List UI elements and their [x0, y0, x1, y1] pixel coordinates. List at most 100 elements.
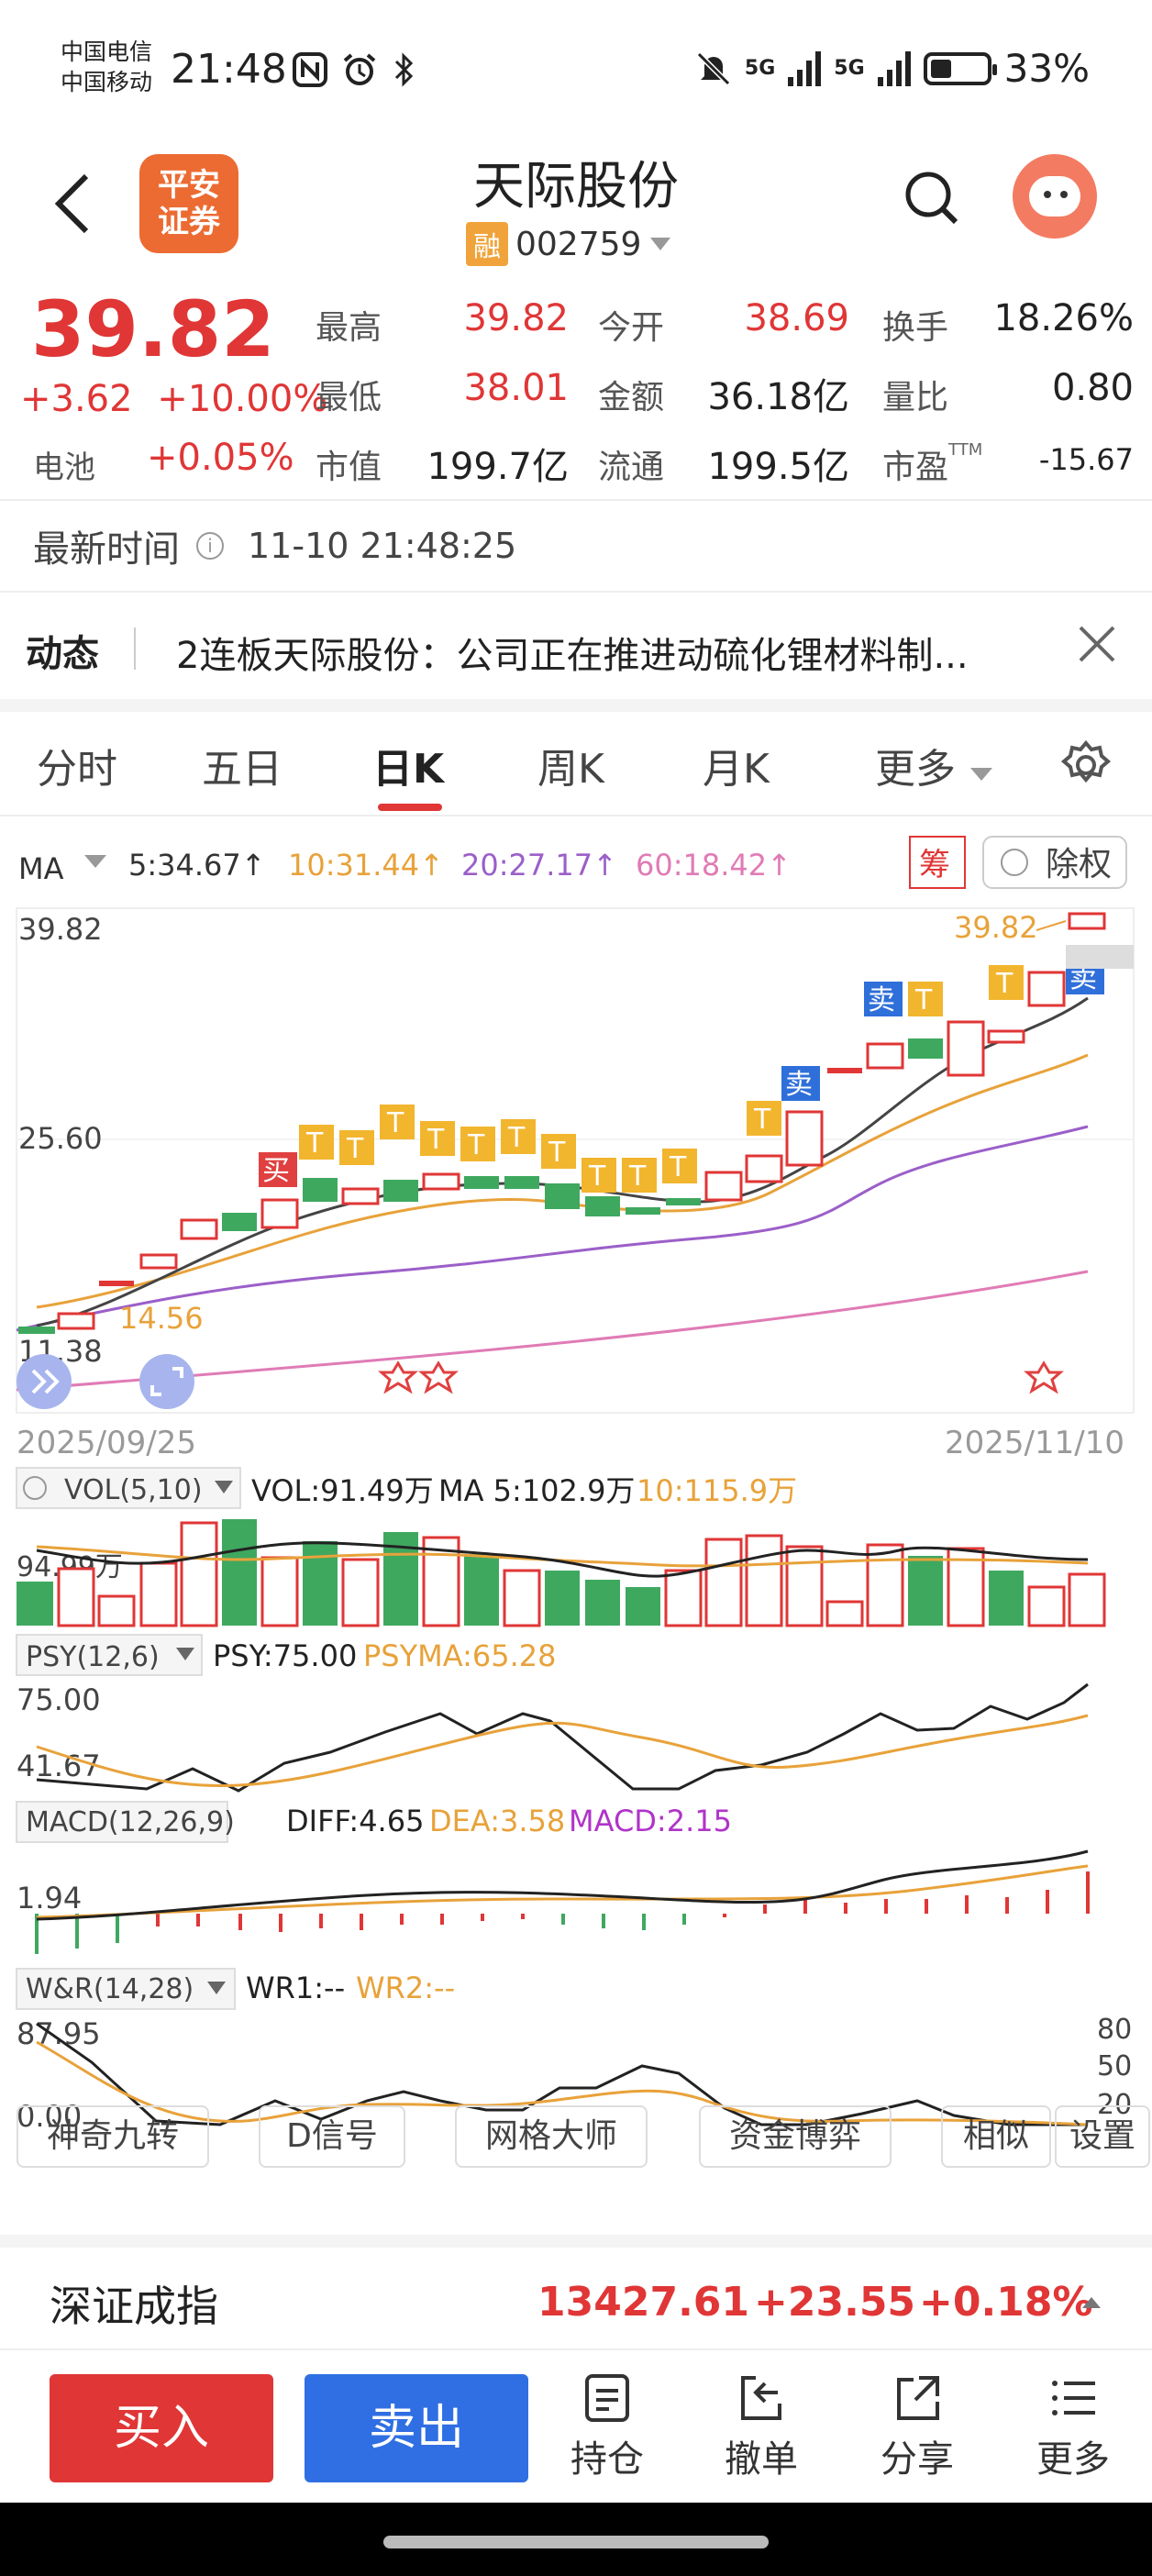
vol-label: VOL(5,10) [64, 1474, 203, 1506]
t-label: T [467, 1129, 485, 1161]
tab-more[interactable]: 更多 [875, 736, 994, 794]
signal-icon-1 [788, 50, 822, 86]
tab-weekly-k[interactable]: 周K [537, 736, 604, 794]
carrier-1: 中国电信 [61, 39, 153, 65]
divider [0, 591, 1152, 593]
status-icons [292, 51, 418, 88]
ma-legend-label[interactable]: MA [18, 851, 64, 886]
psy-line [36, 1682, 1089, 1793]
candle-down [222, 1213, 257, 1231]
pe-value: -15.67 [1038, 442, 1134, 477]
close-icon[interactable] [1071, 618, 1123, 670]
ma60-value: 60:18.42↑ [636, 848, 792, 883]
tab-daily-k[interactable]: 日K [372, 736, 444, 794]
bluetooth-icon [394, 52, 414, 87]
high-label: 最高 [316, 309, 382, 347]
volume-bars [17, 1519, 1106, 1627]
home-indicator[interactable] [383, 2536, 769, 2548]
volratio-label: 量比 [882, 379, 949, 416]
stock-code-selector[interactable]: 融 002759 [466, 222, 672, 266]
candle-up [260, 1198, 299, 1229]
index-change: +23.55 [754, 2279, 916, 2326]
tool-magic-nine[interactable]: 神奇九转 [17, 2105, 209, 2168]
positions-label: 持仓 [570, 2438, 644, 2481]
battery-percent: 33% [1003, 46, 1090, 91]
tool-similar[interactable]: 相似 [941, 2105, 1051, 2168]
candle-up [422, 1172, 460, 1191]
macd-histogram [35, 1871, 1090, 1954]
candle-down [383, 1180, 418, 1202]
amount-value: 36.18亿 [707, 376, 849, 418]
float-value: 199.5亿 [707, 446, 849, 488]
vol-ma5: MA 5:102.9万 [438, 1473, 635, 1508]
tool-d-signal[interactable]: D信号 [259, 2105, 405, 2168]
wr2-value: WR2:-- [356, 1971, 455, 2005]
candle-down [18, 1327, 55, 1334]
y-axis-mid: 25.60 [18, 1121, 103, 1156]
margin-badge: 融 [466, 222, 508, 266]
candle-up [947, 1020, 985, 1077]
info-icon[interactable]: i [196, 532, 224, 560]
turnover-label: 换手 [882, 309, 949, 347]
caret-down-icon [84, 855, 106, 868]
ma20-value: 20:27.17↑ [461, 848, 617, 883]
tab-five-day[interactable]: 五日 [202, 736, 282, 794]
cancel-order-button[interactable]: 撤单 [706, 2372, 816, 2482]
stock-name: 天际股份 [473, 157, 679, 217]
net-1: 5G [744, 57, 776, 80]
macd-label: MACD(12,26,9) [26, 1806, 235, 1838]
price-change: +3.62 +10.00% [20, 378, 327, 420]
tab-intraday[interactable]: 分时 [37, 736, 117, 794]
tool-settings[interactable]: 设置 [1055, 2105, 1150, 2168]
search-icon[interactable] [903, 169, 961, 228]
cancel-order-label: 撤单 [725, 2438, 798, 2481]
candle-down [504, 1176, 539, 1189]
event-markers [378, 1360, 1064, 1394]
index-ticker[interactable]: 深证成指 13427.61 +23.55 +0.18% [0, 2259, 1152, 2347]
positions-button[interactable]: 持仓 [552, 2372, 662, 2482]
tool-fund-game[interactable]: 资金博弈 [699, 2105, 892, 2168]
section-gap [0, 2235, 1152, 2248]
psyma-value: PSYMA:65.28 [363, 1638, 556, 1673]
share-label: 分享 [881, 2438, 954, 2481]
settings-icon[interactable] [1060, 739, 1112, 791]
positions-icon [585, 2374, 629, 2422]
candle-down [303, 1178, 338, 1202]
wr-right-80: 80 [1097, 2014, 1132, 2046]
sector-label: 电池 [33, 450, 95, 486]
candles [18, 912, 1106, 1334]
ma10-line [36, 1053, 1089, 1309]
y-axis-high: 39.82 [18, 912, 103, 947]
app-header: 平安 证券 天际股份 融 002759 [0, 138, 1152, 275]
wr-y1: 87.95 [17, 2016, 101, 2051]
share-button[interactable]: 分享 [862, 2372, 972, 2482]
more-button[interactable]: 更多 [1018, 2372, 1128, 2482]
news-ticker[interactable]: 动态 2连板天际股份：公司正在推进动硫化锂材料制... [0, 605, 1152, 694]
pe-label-text: 市盈 [882, 449, 949, 486]
news-headline[interactable]: 2连板天际股份：公司正在推进动硫化锂材料制... [176, 626, 969, 679]
max-price-label: 39.82 [954, 910, 1038, 945]
adjust-button-label: 除权 [1046, 846, 1112, 883]
candle-up [827, 1068, 862, 1073]
candle-up [1068, 912, 1106, 930]
sell-button[interactable]: 卖出 [305, 2374, 528, 2482]
vol-ma10: 10:115.9万 [637, 1473, 797, 1508]
ma10-value: 10:31.44↑ [288, 848, 444, 883]
assistant-avatar[interactable] [1013, 154, 1097, 239]
mute-icon [696, 51, 731, 85]
index-change-pct: +0.18% [919, 2279, 1093, 2326]
buy-button[interactable]: 买入 [50, 2374, 273, 2482]
t-label: T [507, 1122, 526, 1154]
tool-grid-master[interactable]: 网格大师 [455, 2105, 648, 2168]
t-label: T [305, 1127, 324, 1160]
candle-down [908, 1038, 943, 1059]
tab-monthly-k[interactable]: 月K [703, 736, 770, 794]
volratio-value: 0.80 [1051, 367, 1134, 409]
amount-label: 金额 [598, 379, 665, 416]
wr-label: W&R(14,28) [26, 1973, 194, 2005]
fullscreen-button[interactable] [139, 1354, 194, 1409]
kline-chart[interactable]: MA 5:34.67↑ 10:31.44↑ 20:27.17↑ 60:18.42… [0, 826, 1152, 2147]
wr-right-50: 50 [1097, 2050, 1132, 2082]
carrier-info: 中国电信 中国移动 [61, 37, 152, 97]
candle-down [464, 1176, 499, 1189]
